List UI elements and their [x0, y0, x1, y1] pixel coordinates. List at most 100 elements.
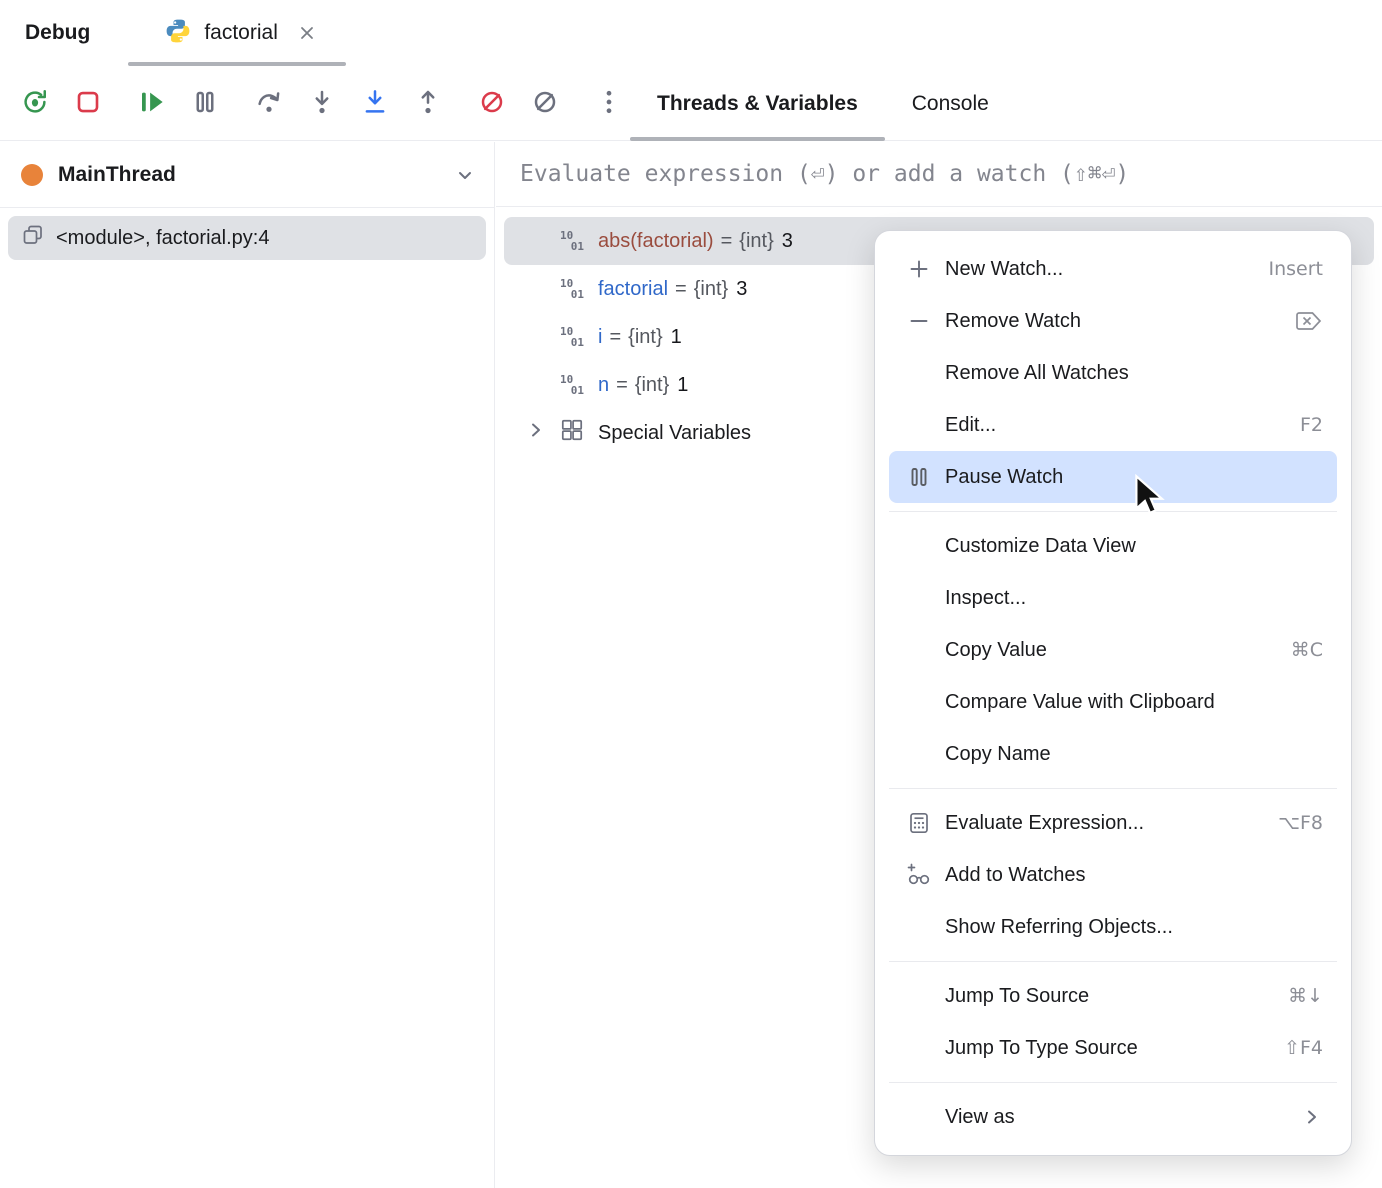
- int-icon: 1001: [560, 230, 584, 252]
- variable-name: i: [598, 326, 602, 349]
- variable-value: 1: [677, 374, 688, 397]
- force-step-into-icon: [360, 87, 390, 120]
- int-icon: 1001: [560, 326, 584, 348]
- variable-type: {int}: [694, 278, 728, 301]
- menu-item-new-watch[interactable]: New Watch... Insert: [889, 243, 1337, 295]
- group-grid-icon: [559, 417, 585, 449]
- view-breakpoints-icon: [477, 87, 507, 120]
- frame-icon: [21, 223, 45, 253]
- debug-title: Debug: [25, 21, 90, 45]
- menu-item-evaluate-expression[interactable]: Evaluate Expression... ⌥F8: [889, 797, 1337, 849]
- variable-type: {int}: [635, 374, 669, 397]
- minus-icon: [903, 305, 935, 337]
- shortcut-label: F2: [1300, 414, 1323, 436]
- stop-button[interactable]: [66, 81, 110, 125]
- int-icon: 1001: [560, 374, 584, 396]
- view-tabs: Threads & Variables Console: [630, 66, 1016, 141]
- menu-item-show-referring-objects[interactable]: Show Referring Objects...: [889, 901, 1337, 953]
- equals-sign: =: [609, 326, 621, 349]
- menu-item-remove-all-watches[interactable]: Remove All Watches: [889, 347, 1337, 399]
- toolbar-group-run: [13, 81, 110, 125]
- pause-button[interactable]: [183, 81, 227, 125]
- watch-name: abs(factorial): [598, 230, 714, 253]
- mute-breakpoints-button[interactable]: [523, 81, 567, 125]
- menu-item-add-to-watches[interactable]: Add to Watches: [889, 849, 1337, 901]
- equals-sign: =: [721, 230, 733, 253]
- debug-toolbar: Threads & Variables Console: [0, 66, 1382, 141]
- variable-value: 3: [782, 230, 793, 253]
- more-icon: [594, 87, 624, 120]
- step-out-icon: [413, 87, 443, 120]
- step-into-button[interactable]: [300, 81, 344, 125]
- equals-sign: =: [616, 374, 628, 397]
- menu-item-view-as[interactable]: View as: [889, 1091, 1337, 1143]
- stop-icon: [73, 87, 103, 120]
- toolbar-group-breakpoints: [470, 81, 567, 125]
- menu-separator: [889, 788, 1337, 789]
- menu-item-pause-watch[interactable]: Pause Watch: [889, 451, 1337, 503]
- calculator-icon: [903, 807, 935, 839]
- active-view-tab-underline: [630, 137, 885, 141]
- menu-item-copy-name[interactable]: Copy Name: [889, 728, 1337, 780]
- rerun-icon: [20, 87, 50, 120]
- frames-pane: MainThread <module>, factorial.py:4: [0, 142, 495, 1188]
- mute-breakpoints-icon: [530, 87, 560, 120]
- shortcut-label: ⌘↓: [1288, 985, 1323, 1007]
- close-icon[interactable]: [296, 22, 318, 44]
- chevron-down-icon: [454, 164, 476, 186]
- thread-name: MainThread: [58, 163, 176, 187]
- variable-value: 1: [671, 326, 682, 349]
- menu-item-jump-to-type-source[interactable]: Jump To Type Source ⇧F4: [889, 1022, 1337, 1074]
- view-breakpoints-button[interactable]: [470, 81, 514, 125]
- menu-separator: [889, 1082, 1337, 1083]
- frame-list: <module>, factorial.py:4: [0, 208, 494, 268]
- menu-item-customize-data-view[interactable]: Customize Data View: [889, 520, 1337, 572]
- menu-separator: [889, 961, 1337, 962]
- int-icon: 1001: [560, 278, 584, 300]
- tab-console-label: Console: [912, 92, 989, 116]
- menu-item-edit[interactable]: Edit... F2: [889, 399, 1337, 451]
- toolbar-group-step: [247, 81, 450, 125]
- evaluate-placeholder: Evaluate expression (⏎) or add a watch (…: [520, 161, 1129, 187]
- variable-value: 3: [736, 278, 747, 301]
- tab-label: factorial: [204, 21, 278, 45]
- watch-context-menu: New Watch... Insert Remove Watch Remove …: [874, 230, 1352, 1156]
- rerun-button[interactable]: [13, 81, 57, 125]
- force-step-into-button[interactable]: [353, 81, 397, 125]
- variable-name: n: [598, 374, 609, 397]
- thread-status-icon: [21, 164, 43, 186]
- step-out-button[interactable]: [406, 81, 450, 125]
- step-over-icon: [254, 87, 284, 120]
- menu-item-copy-value[interactable]: Copy Value ⌘C: [889, 624, 1337, 676]
- shortcut-label: ⌥F8: [1278, 812, 1323, 834]
- shortcut-label: Insert: [1269, 258, 1324, 280]
- special-variables-label: Special Variables: [598, 422, 751, 445]
- resume-icon: [137, 87, 167, 120]
- frame-row[interactable]: <module>, factorial.py:4: [8, 216, 486, 260]
- plus-icon: [903, 253, 935, 285]
- menu-item-jump-to-source[interactable]: Jump To Source ⌘↓: [889, 970, 1337, 1022]
- toolbar-group-resume: [130, 81, 227, 125]
- resume-button[interactable]: [130, 81, 174, 125]
- menu-item-remove-watch[interactable]: Remove Watch: [889, 295, 1337, 347]
- tab-factorial[interactable]: factorial: [150, 0, 332, 66]
- thread-selector[interactable]: MainThread: [0, 142, 494, 208]
- variable-type: {int}: [628, 326, 662, 349]
- step-into-icon: [307, 87, 337, 120]
- header: Debug factorial: [0, 0, 1382, 66]
- step-over-button[interactable]: [247, 81, 291, 125]
- menu-item-compare-value-with-clipboard[interactable]: Compare Value with Clipboard: [889, 676, 1337, 728]
- pause-icon: [190, 87, 220, 120]
- expand-chevron-icon[interactable]: [525, 419, 547, 447]
- add-to-watches-icon: [903, 859, 935, 891]
- tab-console[interactable]: Console: [885, 66, 1016, 141]
- pause-watch-icon: [903, 461, 935, 493]
- delete-key-icon: [1295, 310, 1323, 332]
- equals-sign: =: [675, 278, 687, 301]
- menu-item-inspect[interactable]: Inspect...: [889, 572, 1337, 624]
- more-button[interactable]: [587, 81, 631, 125]
- evaluate-expression-input[interactable]: Evaluate expression (⏎) or add a watch (…: [496, 142, 1382, 207]
- tab-threads-variables[interactable]: Threads & Variables: [630, 66, 885, 141]
- toolbar-group-more: [587, 81, 631, 125]
- submenu-chevron-icon: [1301, 1106, 1323, 1128]
